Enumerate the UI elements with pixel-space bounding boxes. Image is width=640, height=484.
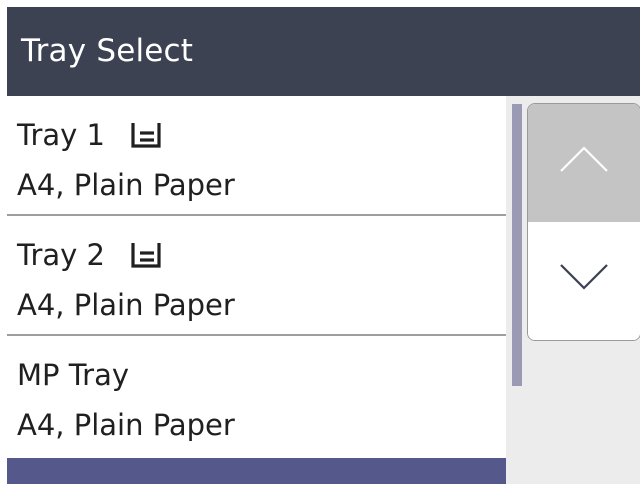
scroll-up-button[interactable] <box>528 104 640 222</box>
tray-setting: A4, Plain Paper <box>17 288 235 322</box>
scroll-buttons <box>527 103 640 341</box>
tray-name-row: MP Tray <box>17 358 129 392</box>
tray-name-row: Tray 1 <box>17 118 161 152</box>
tray-name-row: Tray 2 <box>17 238 161 272</box>
tray-item-tray-2[interactable]: Tray 2 A4, Plain Paper <box>7 216 506 334</box>
scrollbar-thumb[interactable] <box>512 104 522 386</box>
chevron-up-icon <box>560 146 608 172</box>
scroll-panel <box>506 96 640 484</box>
tray-name: MP Tray <box>17 358 130 392</box>
tray-list: Tray 1 A4, Plain Paper Tray 2 A4, Plain … <box>7 96 506 484</box>
tray-item-mp-tray[interactable]: MP Tray A4, Plain Paper <box>7 336 506 454</box>
chevron-down-icon <box>560 264 608 290</box>
paper-tray-icon <box>131 121 161 149</box>
tray-item-tray-1[interactable]: Tray 1 A4, Plain Paper <box>7 96 506 214</box>
tray-name: Tray 1 <box>17 118 105 152</box>
tray-setting: A4, Plain Paper <box>17 168 235 202</box>
header-bar: Tray Select <box>7 7 640 96</box>
tray-select-screen: Tray Select Tray 1 A4, Plain Paper Tray … <box>0 0 640 484</box>
tray-setting: A4, Plain Paper <box>17 408 235 442</box>
page-title: Tray Select <box>21 33 194 69</box>
scroll-down-button[interactable] <box>528 222 640 340</box>
tray-name: Tray 2 <box>17 238 105 272</box>
paper-tray-icon <box>131 241 161 269</box>
next-item-partial[interactable] <box>7 458 506 484</box>
